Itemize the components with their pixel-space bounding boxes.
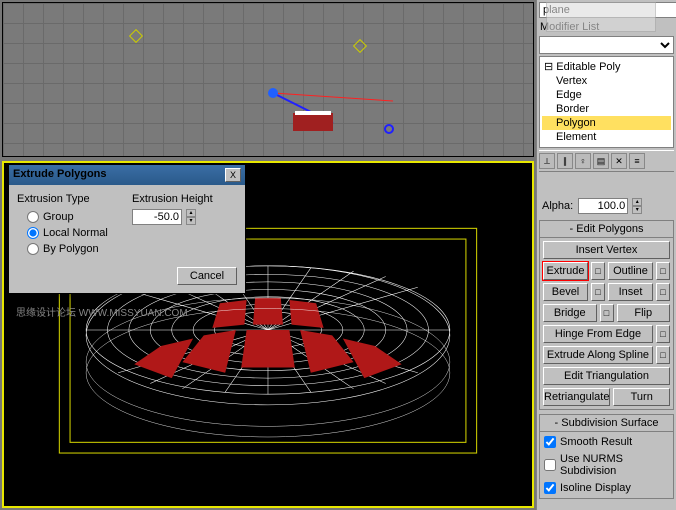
turn-button[interactable]: Turn — [613, 388, 670, 406]
bulb-icon[interactable]: ♀ — [575, 153, 591, 169]
extrude-spline-settings-button[interactable]: □ — [656, 346, 670, 364]
dialog-title: Extrude Polygons — [13, 168, 107, 182]
config-icon[interactable]: ≡ — [629, 153, 645, 169]
modifier-stack[interactable]: ⊟ Editable Poly Vertex Edge Border Polyg… — [539, 56, 674, 148]
rollout-header[interactable]: - Subdivision Surface — [540, 415, 673, 432]
isoline-checkbox[interactable]: Isoline Display — [543, 481, 670, 495]
delete-icon[interactable]: ✕ — [611, 153, 627, 169]
spinner-down-icon[interactable]: ▾ — [186, 217, 196, 225]
extrusion-height-label: Extrusion Height — [132, 193, 237, 205]
hinge-button[interactable]: Hinge From Edge — [543, 325, 653, 343]
radio-local-normal[interactable]: Local Normal — [17, 225, 122, 241]
extrusion-height-input[interactable] — [132, 209, 182, 225]
extrusion-type-label: Extrusion Type — [17, 193, 122, 205]
insert-vertex-button[interactable]: Insert Vertex — [543, 241, 670, 259]
tree-item-polygon[interactable]: Polygon — [542, 116, 671, 130]
inset-settings-button[interactable]: □ — [656, 283, 670, 301]
tree-item-border[interactable]: Border — [542, 102, 671, 116]
overlay-logo — [546, 2, 656, 32]
rollout-edit-polygons: - Edit Polygons Insert Vertex Extrude□ O… — [539, 220, 674, 410]
watermark-text: 思缘设计论坛 WWW.MISSYUAN.COM — [16, 304, 188, 319]
outline-button[interactable]: Outline — [608, 262, 653, 280]
viewport-top[interactable] — [2, 2, 534, 157]
tree-root[interactable]: ⊟ Editable Poly — [542, 59, 671, 74]
hinge-settings-button[interactable]: □ — [656, 325, 670, 343]
cancel-button[interactable]: Cancel — [177, 267, 237, 285]
modifier-list-combo[interactable] — [539, 36, 674, 54]
command-panel: Modifier List ⊟ Editable Poly Vertex Edg… — [536, 0, 676, 510]
rollout-header[interactable]: - Edit Polygons — [540, 221, 673, 238]
spinner-up-icon[interactable]: ▴ — [186, 209, 196, 217]
outline-settings-button[interactable]: □ — [656, 262, 670, 280]
dialog-titlebar[interactable]: Extrude Polygons X — [9, 165, 245, 185]
bridge-button[interactable]: Bridge — [543, 304, 597, 322]
alpha-label: Alpha: — [541, 199, 574, 213]
inset-button[interactable]: Inset — [608, 283, 653, 301]
close-icon[interactable]: X — [225, 168, 241, 182]
spinner-up-icon[interactable]: ▴ — [632, 198, 642, 206]
bevel-button[interactable]: Bevel — [543, 283, 588, 301]
tree-item-vertex[interactable]: Vertex — [542, 74, 671, 88]
tree-item-edge[interactable]: Edge — [542, 88, 671, 102]
extrude-button[interactable]: Extrude — [543, 262, 588, 280]
edit-tri-button[interactable]: Edit Triangulation — [543, 367, 670, 385]
pin-icon[interactable]: ⟂ — [539, 153, 555, 169]
tree-item-element[interactable]: Element — [542, 130, 671, 144]
radio-by-polygon[interactable]: By Polygon — [17, 241, 122, 257]
transform-gizmo[interactable] — [263, 73, 403, 153]
retriangulate-button[interactable]: Retriangulate — [543, 388, 610, 406]
smooth-result-checkbox[interactable]: Smooth Result — [543, 435, 670, 449]
rollout-subdiv: - Subdivision Surface Smooth Result Use … — [539, 414, 674, 499]
extrude-spline-button[interactable]: Extrude Along Spline — [543, 346, 653, 364]
cage-icon[interactable]: ▤ — [593, 153, 609, 169]
extrude-polygons-dialog: Extrude Polygons X Extrusion Type Group … — [8, 164, 246, 294]
flip-button[interactable]: Flip — [617, 304, 671, 322]
radio-group[interactable]: Group — [17, 209, 122, 225]
show-icon[interactable]: ∥ — [557, 153, 573, 169]
stack-toolbar: ⟂ ∥ ♀ ▤ ✕ ≡ — [539, 150, 674, 172]
alpha-input[interactable] — [578, 198, 628, 214]
bridge-settings-button[interactable]: □ — [600, 304, 614, 322]
bevel-settings-button[interactable]: □ — [591, 283, 605, 301]
spinner-down-icon[interactable]: ▾ — [632, 206, 642, 214]
nurms-checkbox[interactable]: Use NURMS Subdivision — [543, 452, 670, 478]
extrude-settings-button[interactable]: □ — [591, 262, 605, 280]
